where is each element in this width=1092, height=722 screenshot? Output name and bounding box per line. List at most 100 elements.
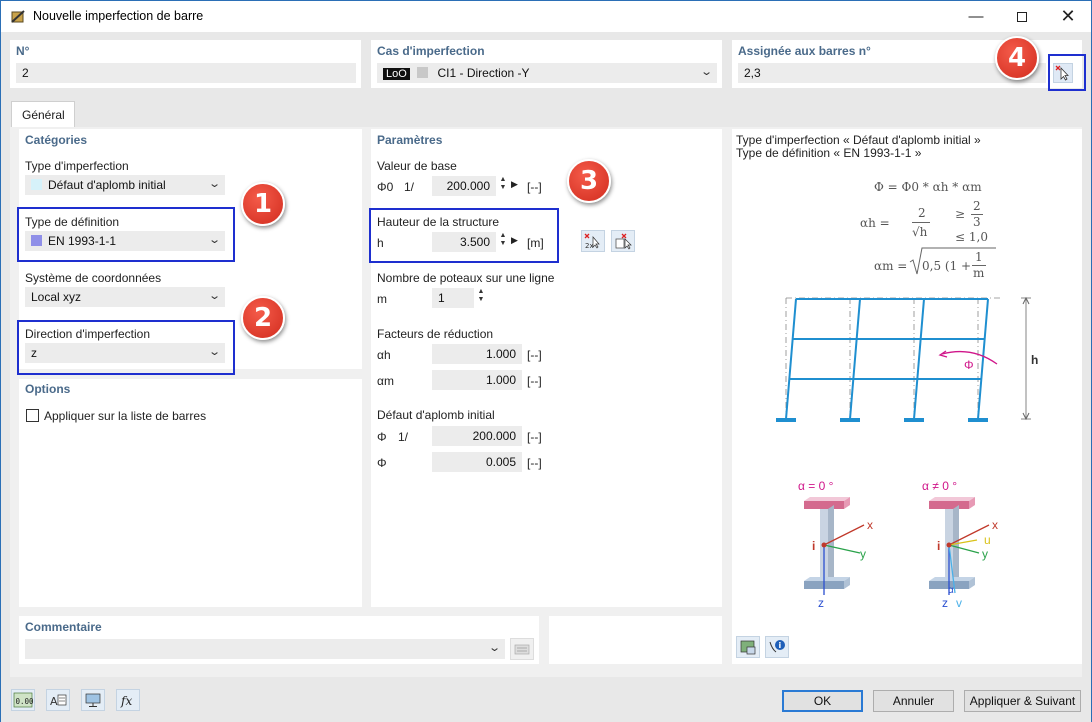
alpha-h-value: 1.000 [432,344,522,364]
axis-y-label: y [860,547,866,561]
ok-button[interactable]: OK [782,690,863,712]
highlight-box-3 [369,208,559,263]
cancel-button[interactable]: Annuler [873,690,954,712]
options-header: Options [25,382,71,396]
number-label: N° [16,44,30,58]
diagram-export-button[interactable] [736,636,760,658]
base-value-label: Valeur de base [377,159,457,173]
pick-height-button[interactable]: 2x [581,230,605,252]
columns-label: Nombre de poteaux sur une ligne [377,271,555,285]
phi0-arrow-icon[interactable]: ▶ [511,179,518,190]
comment-panel: Commentaire ⌄ [19,616,539,664]
formula-ah-c2: ≤ 1,0 [955,230,988,244]
monitor-icon [85,693,101,707]
imp-type-select[interactable]: Défaut d'aplomb initial ⌄ [25,175,225,195]
columns-input[interactable]: 1 [432,288,474,308]
empty-panel [549,616,722,664]
callout-badge-2: 2 [241,296,285,340]
parameters-panel: Paramètres Valeur de base Φ0 1/ 200.000 … [371,129,722,607]
formula-ah-lhs: αh = [860,216,890,230]
columns-spinner[interactable]: ▲ ▼ [476,288,486,304]
imp-type-label: Type d'imperfection [25,159,129,173]
dialog-window: Nouvelle imperfection de barre — ✕ N° 2 … [0,0,1092,722]
case-value: CI1 - Direction -Y [437,66,530,80]
imp-type-color-icon [31,179,42,190]
chevron-down-icon: ⌄ [699,66,713,78]
phi-inverse-value: 200.000 [432,426,522,446]
title-bar: Nouvelle imperfection de barre — ✕ [1,1,1091,32]
axis-y2-label: y [982,547,988,561]
pick-document-icon [615,233,632,250]
case-tag: LoO [383,68,410,80]
formula-ah-c1-den: 3 [973,215,981,229]
app-icon [11,10,25,23]
phi0-spinner[interactable]: ▲ ▼ [498,176,508,192]
picture-icon [740,640,756,655]
phi2-symbol: Φ [377,456,387,470]
tab-general[interactable]: Général [11,101,75,128]
info-line-1: Type d'imperfection « Défaut d'aplomb in… [736,133,981,147]
alpha-zero-label: α = 0 ° [798,479,834,493]
phi0-symbol: Φ0 [377,180,394,194]
apply-list-checkbox[interactable] [26,409,39,422]
diagram-info-button[interactable]: i [765,636,789,658]
text-view-icon: A [50,694,67,708]
dialog-content: N° 2 Cas d'imperfection LoO CI1 - Direct… [1,32,1091,722]
case-select[interactable]: LoO CI1 - Direction -Y ⌄ [377,63,717,83]
axis-i-label: i [812,539,816,553]
axis-v-label: v [956,596,962,610]
pick-from-model-button[interactable] [611,230,635,252]
parameters-header: Paramètres [377,133,443,147]
close-button[interactable]: ✕ [1045,1,1091,32]
formula-ah-c1-num: 2 [973,199,981,213]
highlight-box-1 [17,207,235,262]
alpha-m-symbol: αm [377,374,394,388]
formula-am-num: 1 [975,250,983,264]
height-dimension-label: h [1031,353,1039,367]
maximize-button[interactable] [999,1,1045,32]
frame-structure-diagram [776,296,1031,422]
imp-type-value: Défaut d'aplomb initial [48,178,166,192]
phi-inverse-unit: [--] [527,430,542,444]
comment-input[interactable]: ⌄ [25,639,505,659]
phi0-input[interactable]: 200.000 [432,176,496,196]
info-panel: Type d'imperfection « Défaut d'aplomb in… [732,129,1082,664]
number-field[interactable]: 2 [16,63,356,83]
svg-text:fx: fx [120,694,132,708]
axis-z2-label: z [942,596,948,610]
view-model-button[interactable] [81,689,105,711]
fraction-bar [912,222,930,223]
coord-value: Local xyz [31,290,82,304]
alpha-h-symbol: αh [377,348,391,362]
axis-alpha-label: α [948,585,954,596]
comment-library-button[interactable] [510,638,534,660]
m-symbol: m [377,292,387,306]
formula-am-rhs: 0,5 (1 + [922,259,972,273]
categories-header: Catégories [25,133,88,147]
function-icon: fx [120,694,132,708]
info-line-2: Type de définition « EN 1993-1-1 » [736,146,922,160]
coord-select[interactable]: Local xyz ⌄ [25,287,225,307]
svg-text:A: A [50,695,58,708]
number-panel: N° 2 [10,40,361,88]
info-icon: i [769,640,785,653]
options-panel: Options Appliquer sur la liste de barres [19,379,362,607]
phi-value: 0.005 [432,452,522,472]
svg-text:i: i [779,641,782,650]
highlight-box-2 [17,320,235,375]
case-color-icon [417,67,429,78]
apply-next-button[interactable]: Appliquer & Suivant [964,690,1081,712]
library-icon [514,644,530,655]
callout-badge-1: 1 [241,182,285,226]
units-button[interactable]: 0.00 [11,689,35,711]
text-view-button[interactable]: A [46,689,70,711]
highlight-box-4 [1048,54,1086,91]
formula-button[interactable]: fx [116,689,140,711]
case-panel: Cas d'imperfection LoO CI1 - Direction -… [371,40,722,88]
axis-x-label: x [867,518,873,532]
chevron-down-icon: ⌄ [487,642,501,654]
axis-i2-label: i [937,539,941,553]
minimize-button[interactable]: — [953,1,999,32]
section-alpha-nonzero-diagram [929,497,990,595]
chevron-down-icon: ⌄ [207,290,221,302]
